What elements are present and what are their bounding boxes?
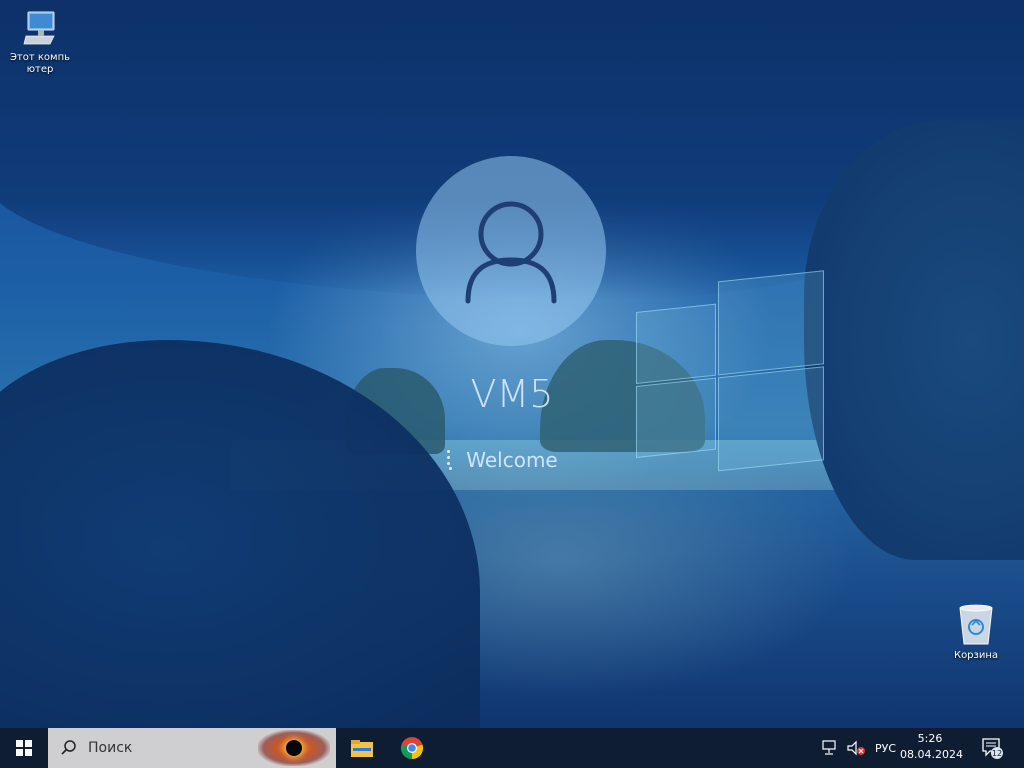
search-icon: [61, 740, 76, 755]
clock-date: 08.04.2024: [900, 748, 963, 761]
notification-count: 12: [992, 749, 1002, 758]
chrome-icon: [400, 737, 424, 760]
username: VM5: [470, 372, 554, 416]
windows-logo-icon: [16, 740, 32, 756]
action-center-button[interactable]: 12: [980, 736, 1004, 760]
desktop-icon-label: Этот компьютер: [9, 52, 71, 75]
volume-muted-icon: [847, 740, 865, 756]
search-placeholder: Поиск: [88, 740, 133, 756]
folder-icon: [351, 740, 373, 757]
computer-icon: [23, 11, 55, 45]
notification-icon: 12: [982, 738, 1003, 759]
network-tray[interactable]: [822, 728, 840, 768]
clock-time: 5:26: [917, 732, 943, 745]
welcome-status: Welcome: [0, 448, 1024, 472]
search-box[interactable]: Поиск: [48, 728, 336, 768]
taskbar-file-explorer[interactable]: [338, 728, 386, 768]
language-indicator[interactable]: РУС: [875, 728, 896, 768]
start-button[interactable]: [0, 728, 48, 768]
desktop-wallpaper: Этот компьютер Корзина VM5 Welcome: [0, 0, 1024, 728]
cave-right: [804, 120, 1024, 560]
taskbar-chrome[interactable]: [388, 728, 436, 768]
desktop-icon-this-pc[interactable]: Этот компьютер: [8, 8, 72, 76]
volume-tray[interactable]: [846, 728, 866, 768]
search-highlight-image: [258, 730, 330, 766]
user-icon: [465, 201, 557, 304]
welcome-text: Welcome: [466, 448, 558, 472]
user-avatar: [416, 156, 606, 346]
desktop-icon-label: Корзина: [953, 650, 999, 661]
network-icon: [822, 740, 836, 755]
taskbar: Поиск РУС 5:26 08.04.2024 12: [0, 728, 1024, 768]
language-label: РУС: [875, 741, 897, 755]
recycle-bin-icon: [959, 604, 993, 645]
desktop-icon-recycle-bin[interactable]: Корзина: [946, 600, 1006, 662]
clock[interactable]: 5:26 08.04.2024: [900, 731, 963, 763]
